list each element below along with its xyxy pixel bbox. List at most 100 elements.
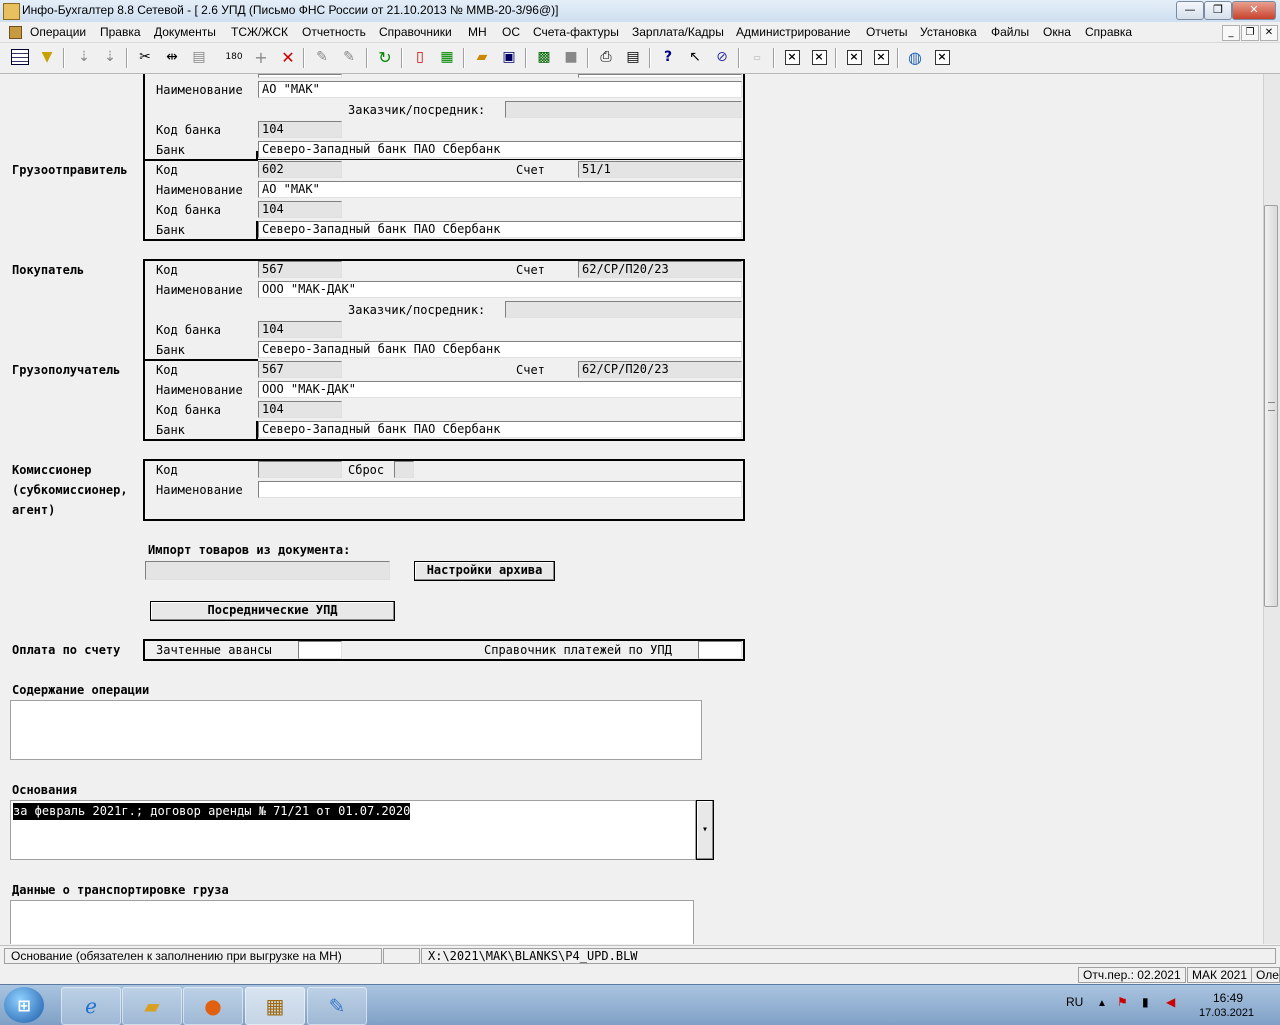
menu-reports[interactable]: Отчеты [866, 25, 907, 39]
open-folder-icon[interactable]: ▰ [472, 47, 492, 67]
mdi-close-button[interactable]: ✕ [1260, 25, 1278, 41]
payments-ref-field[interactable] [698, 641, 742, 659]
menu-references[interactable]: Справочники [379, 25, 452, 39]
menu-settings[interactable]: Установка [920, 25, 977, 39]
mdi-minimize-button[interactable]: _ [1222, 25, 1240, 41]
menu-payroll[interactable]: Зарплата/Кадры [632, 25, 724, 39]
advances-field[interactable] [298, 641, 342, 659]
refresh-icon[interactable]: ↻ [375, 47, 395, 67]
seller-name-field[interactable]: АО "МАК" [258, 81, 742, 98]
internet-explorer-icon[interactable]: ℯ [61, 987, 121, 1025]
buyer-name-field[interactable]: ООО "МАК-ДАК" [258, 281, 742, 298]
clock-time[interactable]: 16:49 [1213, 991, 1243, 1005]
volume-icon[interactable]: ◀ [1166, 995, 1175, 1009]
buyer-bank-field[interactable]: Северо-Западный банк ПАО Сбербанк [258, 341, 742, 358]
calculator-icon[interactable]: ▦ [437, 47, 457, 67]
consignee-account-field[interactable]: 62/СР/П20/23 [578, 361, 742, 378]
menu-hoa[interactable]: ТСЖ/ЖСК [231, 25, 288, 39]
consignee-bank-code-field[interactable]: 104 [258, 401, 342, 418]
close-box-icon[interactable]: × [932, 47, 952, 67]
paint-icon[interactable]: ✎ [307, 987, 367, 1025]
menu-reporting[interactable]: Отчетность [302, 25, 366, 39]
filter-icon[interactable]: ▼ [37, 47, 57, 67]
seller-account-field-top[interactable] [578, 74, 742, 78]
menu-edit[interactable]: Правка [100, 25, 141, 39]
menu-help[interactable]: Справка [1085, 25, 1132, 39]
clock-date[interactable]: 17.03.2021 [1199, 1007, 1254, 1019]
archive-settings-button[interactable]: Настройки архива [414, 561, 555, 581]
close-box-icon[interactable]: × [782, 47, 802, 67]
shipper-code-field[interactable]: 602 [258, 161, 342, 178]
shipper-bank-field[interactable]: Северо-Западный банк ПАО Сбербанк [258, 221, 742, 238]
shipper-name-field[interactable]: АО "МАК" [258, 181, 742, 198]
intermediary-upd-button[interactable]: Посреднические УПД [150, 601, 395, 621]
add-icon[interactable]: + [251, 47, 271, 67]
link-icon[interactable]: ✎ [312, 47, 332, 67]
buyer-code-field[interactable]: 567 [258, 261, 342, 278]
commissioner-name-field[interactable] [258, 481, 742, 498]
compass-icon[interactable]: ⊘ [712, 47, 732, 67]
menu-files[interactable]: Файлы [991, 25, 1029, 39]
buyer-bank-code-field[interactable]: 104 [258, 321, 342, 338]
action-center-icon[interactable]: ⚑ [1117, 995, 1128, 1009]
doc-menu-icon[interactable] [9, 26, 22, 39]
pdf-icon[interactable]: ▯ [410, 47, 430, 67]
shipper-account-field[interactable]: 51/1 [578, 161, 742, 178]
close-button[interactable]: ✕ [1232, 1, 1276, 20]
basis-dropdown-button[interactable]: ▾ [696, 800, 714, 860]
menu-administration[interactable]: Администрирование [736, 25, 850, 39]
close-box-icon[interactable]: × [809, 47, 829, 67]
menu-windows[interactable]: Окна [1043, 25, 1071, 39]
export-icon[interactable]: ■ [561, 47, 581, 67]
consignee-name-field[interactable]: ООО "МАК-ДАК" [258, 381, 742, 398]
consignee-code-field[interactable]: 567 [258, 361, 342, 378]
context-help-icon[interactable]: ↖ [685, 47, 705, 67]
sort-desc-icon[interactable]: ⇣ [100, 47, 120, 67]
seller-customer-field[interactable] [505, 101, 742, 118]
seller-bank-field[interactable]: Северо-Западный банк ПАО Сбербанк [258, 141, 742, 158]
seller-code-field-top[interactable] [258, 74, 342, 78]
operation-content-textarea[interactable] [10, 700, 702, 760]
commissioner-reset-checkbox[interactable] [394, 461, 414, 478]
maximize-button[interactable]: ❐ [1204, 1, 1232, 20]
menu-fixed-assets[interactable]: ОС [502, 25, 520, 39]
minimize-button[interactable]: — [1176, 1, 1204, 20]
report-icon[interactable]: ▭ [747, 47, 767, 67]
unlink-icon[interactable]: ✎ [339, 47, 359, 67]
mdi-restore-button[interactable]: ❐ [1241, 25, 1259, 41]
close-box-icon[interactable]: × [844, 47, 864, 67]
firefox-icon[interactable]: ● [183, 987, 243, 1025]
column-icon[interactable]: ⇹ [162, 47, 182, 67]
buyer-account-field[interactable]: 62/СР/П20/23 [578, 261, 742, 278]
cut-icon[interactable]: ✂ [135, 47, 155, 67]
rotate-180-icon[interactable]: 180 [224, 47, 244, 67]
consignee-bank-field[interactable]: Северо-Западный банк ПАО Сбербанк [258, 421, 742, 438]
basis-textarea[interactable]: за февраль 2021г.; договор аренды № 71/2… [10, 800, 696, 860]
preview-icon[interactable]: ▤ [623, 47, 643, 67]
delete-icon[interactable]: ✕ [278, 47, 298, 67]
file-explorer-icon[interactable]: ▰ [122, 987, 182, 1025]
import-document-field[interactable] [145, 561, 390, 580]
seller-bank-code-field[interactable]: 104 [258, 121, 342, 138]
help-icon[interactable]: ? [658, 47, 678, 67]
start-button[interactable]: ⊞ [4, 987, 44, 1023]
menu-mn[interactable]: МН [468, 25, 487, 39]
transport-textarea[interactable] [10, 900, 694, 944]
save-icon[interactable]: ▣ [499, 47, 519, 67]
paste-icon[interactable]: ▤ [189, 47, 209, 67]
menu-invoices[interactable]: Счета-фактуры [533, 25, 619, 39]
menu-documents[interactable]: Документы [154, 25, 216, 39]
menu-operations[interactable]: Операции [30, 25, 86, 39]
show-hidden-icons-icon[interactable]: ▲ [1097, 998, 1107, 1009]
close-box-icon[interactable]: × [871, 47, 891, 67]
shipper-bank-code-field[interactable]: 104 [258, 201, 342, 218]
globe-icon[interactable]: ◍ [905, 47, 925, 67]
import-icon[interactable]: ▩ [534, 47, 554, 67]
print-icon[interactable]: ⎙ [596, 47, 616, 67]
commissioner-code-field[interactable] [258, 461, 342, 478]
info-accountant-taskbar-icon[interactable]: ▦ [245, 987, 305, 1025]
table-icon[interactable] [10, 47, 30, 67]
sort-asc-icon[interactable]: ⇣ [74, 47, 94, 67]
scrollbar-thumb[interactable] [1264, 205, 1278, 607]
language-indicator[interactable]: RU [1066, 995, 1083, 1009]
